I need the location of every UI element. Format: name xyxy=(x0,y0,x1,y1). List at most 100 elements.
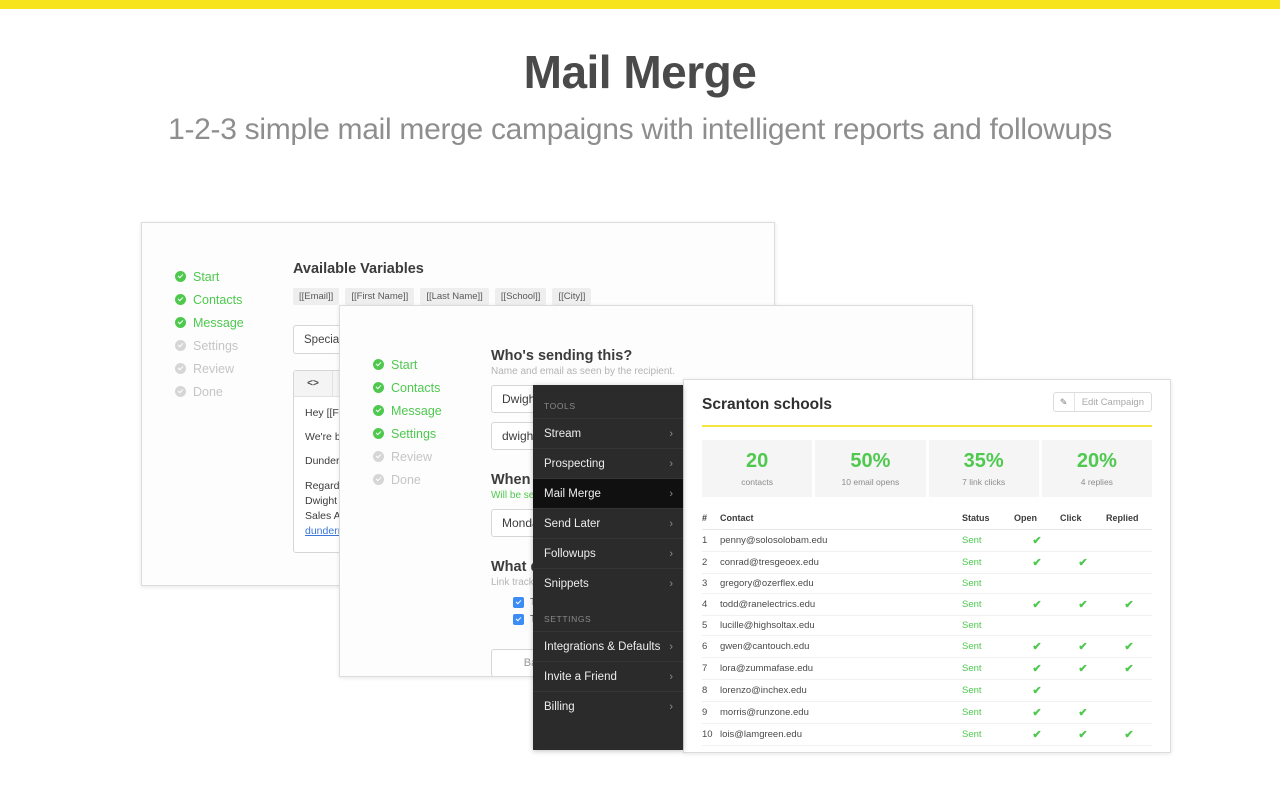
table-row[interactable]: 5 lucille@highsoltax.edu Sent xyxy=(702,615,1152,636)
status-badge: Sent xyxy=(962,551,1014,574)
contact-email[interactable]: gwen@cantouch.edu xyxy=(720,635,962,658)
step-label: Review xyxy=(193,361,234,376)
stat-card: 50% 10 email opens xyxy=(815,440,926,497)
contact-email[interactable]: todd@ranelectrics.edu xyxy=(720,593,962,616)
check-mark-icon: ✔ xyxy=(1078,707,1088,719)
check-circle-icon xyxy=(373,405,384,416)
table-row[interactable]: 11olivia@rontone.eduSent ✔ ✔ xyxy=(702,745,1152,752)
click-cell xyxy=(1060,573,1106,594)
step-label: Start xyxy=(193,269,220,284)
compose-step-start[interactable]: Start xyxy=(175,265,244,288)
check-mark-icon: ✔ xyxy=(1124,663,1134,675)
status-text: Sent xyxy=(962,707,982,718)
nav-item-prospecting[interactable]: Prospecting › xyxy=(533,448,683,478)
table-row[interactable]: 2 conrad@tresgeoex.edu Sent ✔ ✔ xyxy=(702,551,1152,574)
contact-email[interactable]: lorenzo@inchex.edu xyxy=(720,679,962,702)
variable-chip[interactable]: [[School]] xyxy=(494,288,547,305)
tools-nav-menu: TOOLS Stream › Prospecting › Mail Merge › Send … xyxy=(533,385,683,750)
edit-campaign-label: Edit Campaign xyxy=(1081,396,1144,408)
row-number: 1 xyxy=(702,529,720,552)
table-row[interactable]: 6 gwen@cantouch.edu Sent ✔ ✔ ✔ xyxy=(702,635,1152,658)
nav-item-integrations-defaults[interactable]: Integrations & Defaults › xyxy=(533,631,683,661)
check-mark-icon: ✔ xyxy=(1078,557,1088,569)
settings-step-done[interactable]: Done xyxy=(373,468,442,491)
column-header-contact[interactable]: Contact xyxy=(720,513,962,530)
edit-campaign-button[interactable]: ✎ Edit Campaign xyxy=(1052,392,1152,412)
variable-chip[interactable]: [[City]] xyxy=(552,288,592,305)
contacts-table: # Contact Status Open Click Replied 1 penny@so… xyxy=(702,513,1152,752)
nav-item-label: Prospecting xyxy=(544,457,605,470)
column-header-replied[interactable]: Replied xyxy=(1106,513,1152,530)
row-number: 7 xyxy=(702,657,720,680)
sender-heading: Who's sending this? xyxy=(491,348,633,364)
column-header-open[interactable]: Open xyxy=(1014,513,1060,530)
replied-cell xyxy=(1106,745,1152,752)
table-row[interactable]: 4 todd@ranelectrics.edu Sent ✔ ✔ ✔ xyxy=(702,593,1152,616)
check-mark-icon: ✔ xyxy=(1032,751,1041,752)
settings-step-settings[interactable]: Settings xyxy=(373,422,442,445)
row-number: 6 xyxy=(702,635,720,658)
check-circle-icon xyxy=(175,271,186,282)
top-accent-bar xyxy=(0,0,1280,9)
table-row[interactable]: 7 lora@zummafase.edu Sent ✔ ✔ ✔ xyxy=(702,657,1152,680)
chevron-right-icon: › xyxy=(669,427,673,440)
row-number: 4 xyxy=(702,593,720,616)
compose-step-done[interactable]: Done xyxy=(175,380,244,403)
contact-email[interactable]: lucille@highsoltax.edu xyxy=(720,615,962,636)
step-label: Contacts xyxy=(391,380,441,395)
settings-step-review[interactable]: Review xyxy=(373,445,442,468)
contact-email[interactable]: penny@solosolobam.edu xyxy=(720,529,962,552)
title-underline xyxy=(702,425,1152,427)
check-circle-icon xyxy=(373,382,384,393)
open-cell: ✔ xyxy=(1014,701,1060,724)
contact-email[interactable]: conrad@tresgeoex.edu xyxy=(720,551,962,574)
chevron-right-icon: › xyxy=(669,670,673,683)
table-row[interactable]: 1 penny@solosolobam.edu Sent ✔ xyxy=(702,529,1152,552)
nav-item-invite-a-friend[interactable]: Invite a Friend › xyxy=(533,661,683,691)
check-mark-icon: ✔ xyxy=(1032,557,1042,569)
page-subtitle: 1-2-3 simple mail merge campaigns with i… xyxy=(168,112,1112,146)
contact-email[interactable]: lora@zummafase.edu xyxy=(720,657,962,680)
column-header-num[interactable]: # xyxy=(702,513,720,530)
row-number: 3 xyxy=(702,573,720,594)
variable-chip[interactable]: [[First Name]] xyxy=(345,288,415,305)
contact-email[interactable]: olivia@rontone.edu xyxy=(720,745,962,752)
click-cell: ✔ xyxy=(1060,723,1106,746)
table-row[interactable]: 9 morris@runzone.edu Sent ✔ ✔ xyxy=(702,701,1152,724)
table-row[interactable]: 10 lois@lamgreen.edu Sent ✔ ✔ ✔ xyxy=(702,723,1152,746)
row-number: 9 xyxy=(702,701,720,724)
column-header-click[interactable]: Click xyxy=(1060,513,1106,530)
nav-item-send-later[interactable]: Send Later › xyxy=(533,508,683,538)
settings-step-message[interactable]: Message xyxy=(373,399,442,422)
code-view-icon[interactable]: <> xyxy=(294,371,333,396)
row-number: 10 xyxy=(702,723,720,746)
contact-email[interactable]: morris@runzone.edu xyxy=(720,701,962,724)
status-text: Sent xyxy=(962,578,982,589)
nav-item-snippets[interactable]: Snippets › xyxy=(533,568,683,598)
checkbox-checked-icon[interactable] xyxy=(513,613,524,625)
contact-email[interactable]: gregory@ozerflex.edu xyxy=(720,573,962,594)
checkbox-checked-icon[interactable] xyxy=(513,596,524,608)
variable-chip[interactable]: [[Last Name]] xyxy=(420,288,489,305)
column-header-status[interactable]: Status xyxy=(962,513,1014,530)
nav-item-stream[interactable]: Stream › xyxy=(533,418,683,448)
contact-email[interactable]: lois@lamgreen.edu xyxy=(720,723,962,746)
status-text: Sent xyxy=(962,729,982,740)
click-cell: ✔ xyxy=(1060,745,1106,752)
compose-step-contacts[interactable]: Contacts xyxy=(175,288,244,311)
compose-step-settings[interactable]: Settings xyxy=(175,334,244,357)
check-circle-icon xyxy=(373,451,384,462)
settings-step-contacts[interactable]: Contacts xyxy=(373,376,442,399)
variable-chip[interactable]: [[Email]] xyxy=(293,288,340,305)
check-mark-icon: ✔ xyxy=(1032,729,1042,741)
row-number: 5 xyxy=(702,615,720,636)
compose-step-review[interactable]: Review xyxy=(175,357,244,380)
status-badge: Sent xyxy=(962,529,1014,552)
nav-item-billing[interactable]: Billing › xyxy=(533,691,683,721)
compose-step-message[interactable]: Message xyxy=(175,311,244,334)
settings-step-start[interactable]: Start xyxy=(373,353,442,376)
table-row[interactable]: 3 gregory@ozerflex.edu Sent xyxy=(702,573,1152,594)
nav-item-followups[interactable]: Followups › xyxy=(533,538,683,568)
nav-item-mail-merge[interactable]: Mail Merge › xyxy=(533,478,683,508)
table-row[interactable]: 8 lorenzo@inchex.edu Sent ✔ xyxy=(702,679,1152,702)
